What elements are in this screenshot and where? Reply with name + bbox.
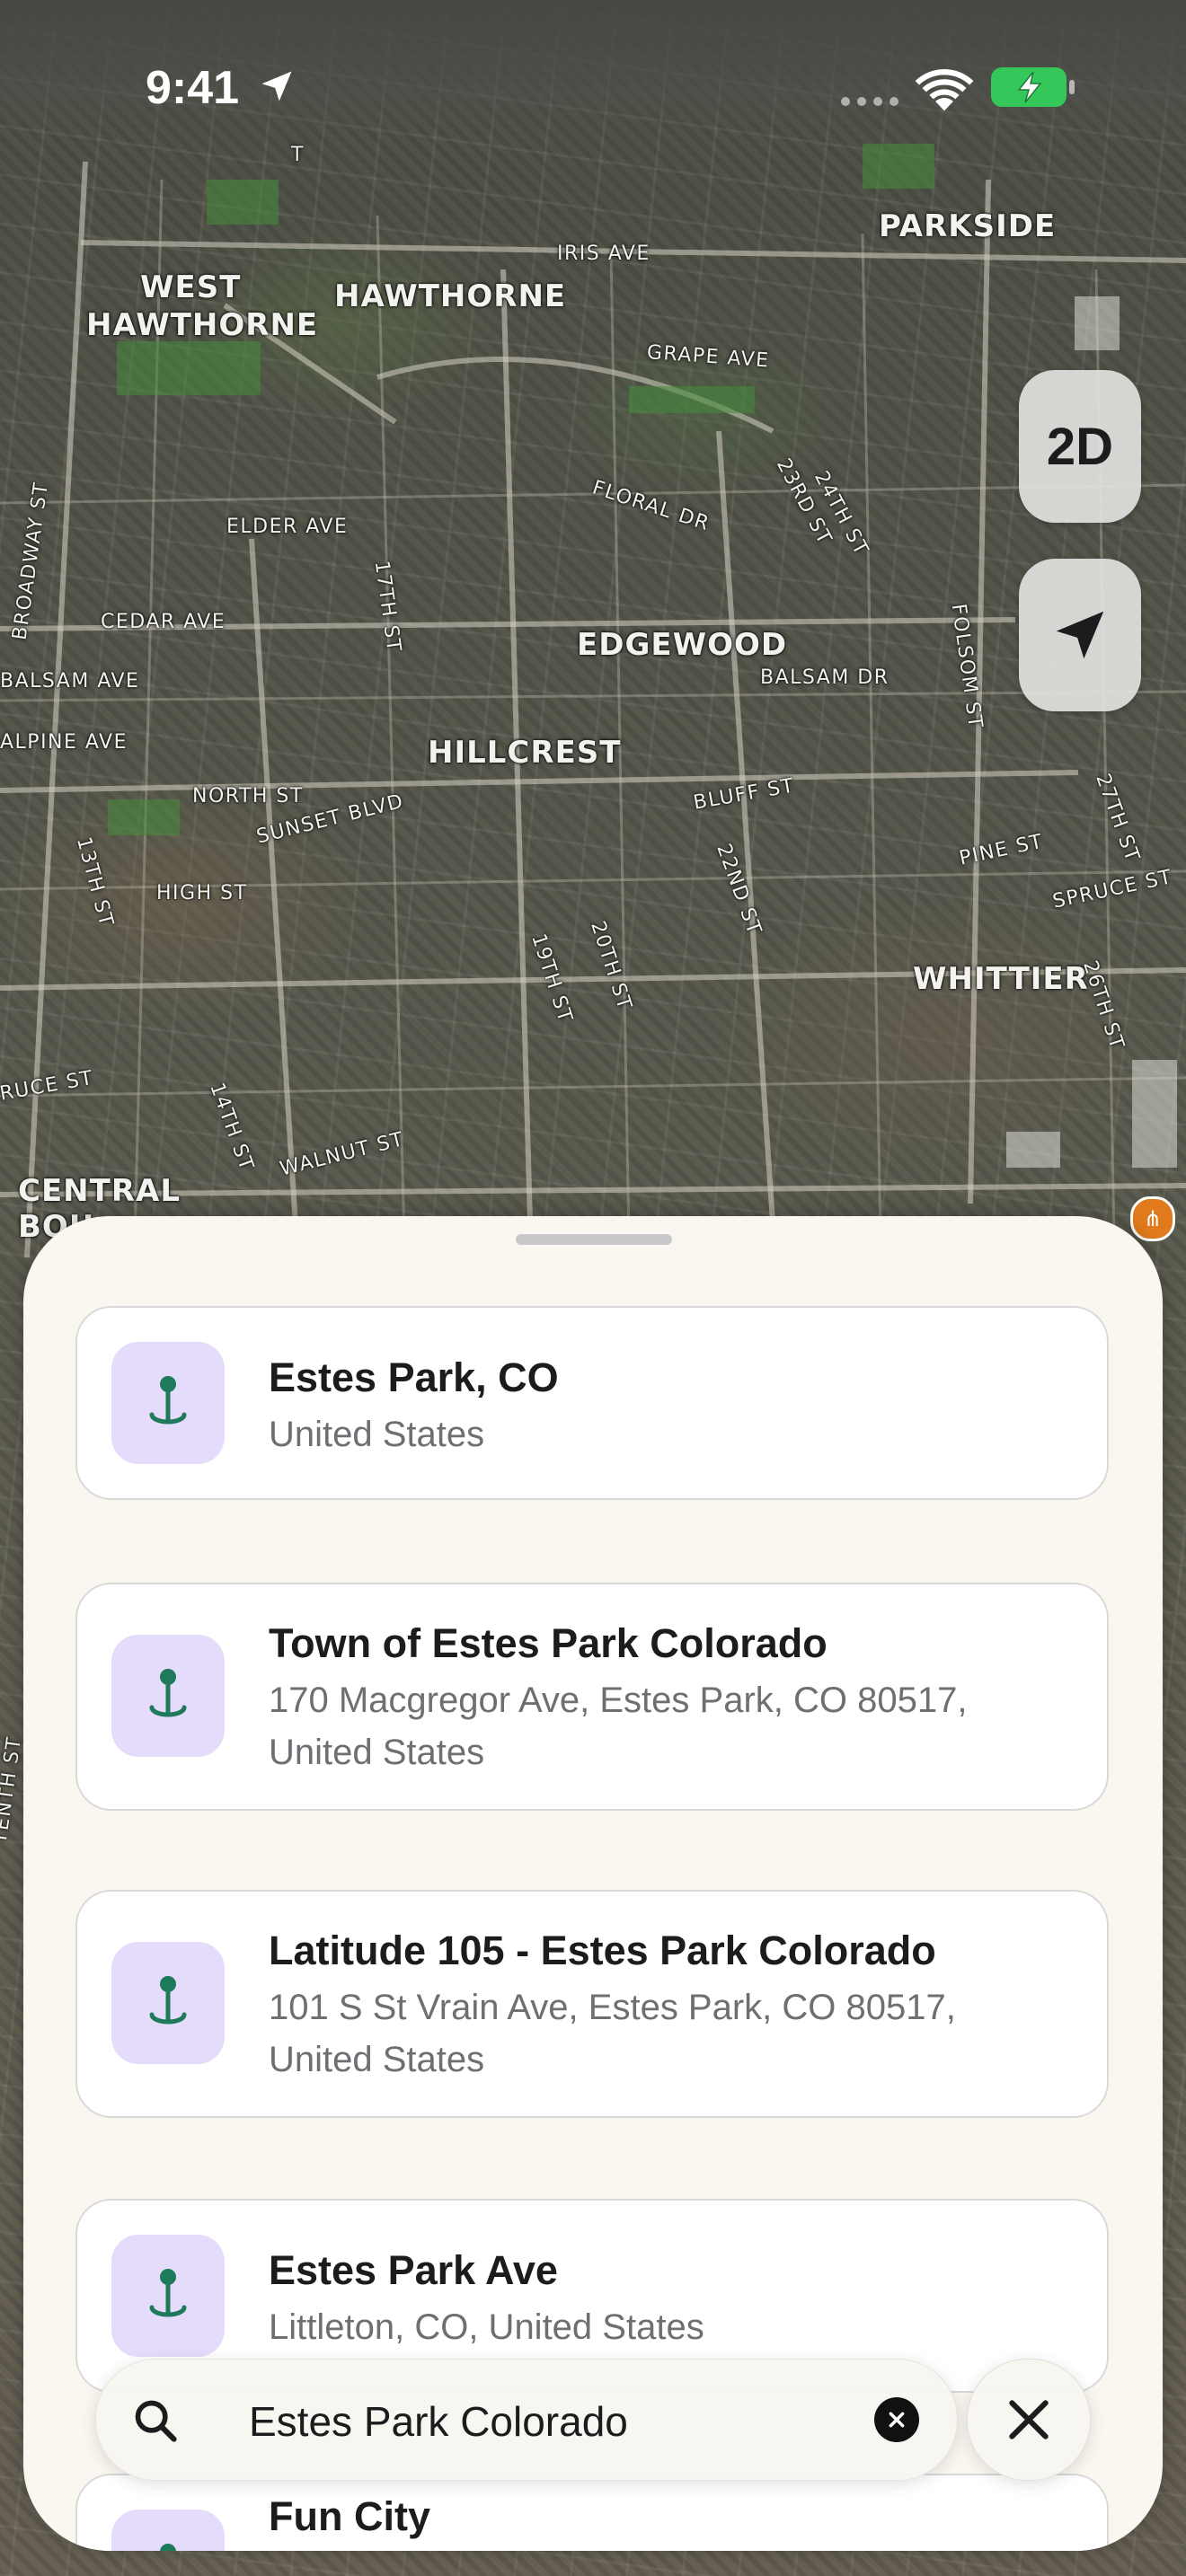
search-result-item[interactable]: Estes Park, CO United States xyxy=(75,1306,1109,1500)
map-label-edgewood: EDGEWOOD xyxy=(577,627,788,663)
result-subtitle: 101 S St Vrain Ave, Estes Park, CO 80517… xyxy=(269,1988,956,2079)
map-pin-icon xyxy=(149,1376,187,1425)
result-icon-tile xyxy=(111,1342,225,1464)
result-icon-tile xyxy=(111,2235,225,2357)
close-search-button[interactable] xyxy=(967,2359,1091,2481)
street-label: HIGH ST xyxy=(156,882,248,904)
clear-x-circle-icon[interactable] xyxy=(874,2397,919,2442)
street-label: CEDAR AVE xyxy=(101,611,226,633)
location-arrow-icon xyxy=(1056,611,1104,659)
location-arrow-icon xyxy=(261,71,292,101)
result-icon-tile xyxy=(111,1635,225,1757)
map-2d-label: 2D xyxy=(1046,417,1114,476)
map-label-hillcrest: HILLCREST xyxy=(428,735,622,771)
map-label-central: CENTRAL xyxy=(18,1173,181,1209)
close-icon xyxy=(1009,2400,1049,2439)
map-pin-icon xyxy=(160,2544,176,2551)
sheet-grabber[interactable] xyxy=(516,1234,672,1245)
result-subtitle: United States xyxy=(269,1415,485,1454)
current-location-button[interactable] xyxy=(1019,559,1141,711)
result-title: Fun City xyxy=(269,2493,430,2539)
search-icon xyxy=(135,2400,177,2442)
result-title: Estes Park Ave xyxy=(269,2247,558,2293)
map-pin-icon xyxy=(149,1976,187,2025)
search-results-sheet[interactable]: Estes Park, CO United States Town of Est… xyxy=(23,1216,1163,2551)
restaurant-poi-icon[interactable]: ⋔ xyxy=(1130,1196,1175,1241)
search-bar[interactable]: Estes Park Colorado xyxy=(95,2359,958,2481)
wifi-icon xyxy=(915,69,974,111)
result-title: Estes Park, CO xyxy=(269,1354,559,1400)
search-input[interactable]: Estes Park Colorado xyxy=(249,2397,628,2446)
map-label-hawthorne: HAWTHORNE xyxy=(334,278,567,314)
map-2d-toggle-button[interactable]: 2D xyxy=(1019,370,1141,523)
street-label: ALPINE AVE xyxy=(0,731,128,754)
map-label-parkside: PARKSIDE xyxy=(879,208,1057,244)
search-result-item[interactable]: Town of Estes Park Colorado 170 Macgrego… xyxy=(75,1583,1109,1811)
result-subtitle: Littleton, CO, United States xyxy=(269,2307,704,2347)
battery-charging-icon xyxy=(991,67,1075,107)
map-label-west: WEST xyxy=(140,269,242,305)
cellular-dots-icon xyxy=(841,97,898,106)
result-title: Latitude 105 - Estes Park Colorado xyxy=(269,1928,936,1973)
result-icon-tile xyxy=(111,1942,225,2064)
street-label: ELDER AVE xyxy=(226,516,349,538)
search-result-item[interactable]: Fun City xyxy=(75,2474,1109,2551)
street-label: T xyxy=(291,144,305,166)
result-title: Town of Estes Park Colorado xyxy=(269,1620,828,1666)
map-pin-icon xyxy=(149,1669,187,1717)
result-subtitle: 170 Macgregor Ave, Estes Park, CO 80517,… xyxy=(269,1681,968,1772)
map-label-whittier: WHITTIER xyxy=(913,961,1089,997)
status-time: 9:41 xyxy=(146,62,240,114)
street-label: NORTH ST xyxy=(192,785,304,807)
map-label-west-hawthorne: HAWTHORNE xyxy=(86,307,319,343)
street-label: BALSAM DR xyxy=(760,666,890,689)
street-label: IRIS AVE xyxy=(557,243,651,265)
result-icon-tile xyxy=(111,2510,225,2551)
map-pin-icon xyxy=(149,2269,187,2317)
search-result-item[interactable]: Latitude 105 - Estes Park Colorado 101 S… xyxy=(75,1890,1109,2118)
street-label: BALSAM AVE xyxy=(0,670,140,693)
